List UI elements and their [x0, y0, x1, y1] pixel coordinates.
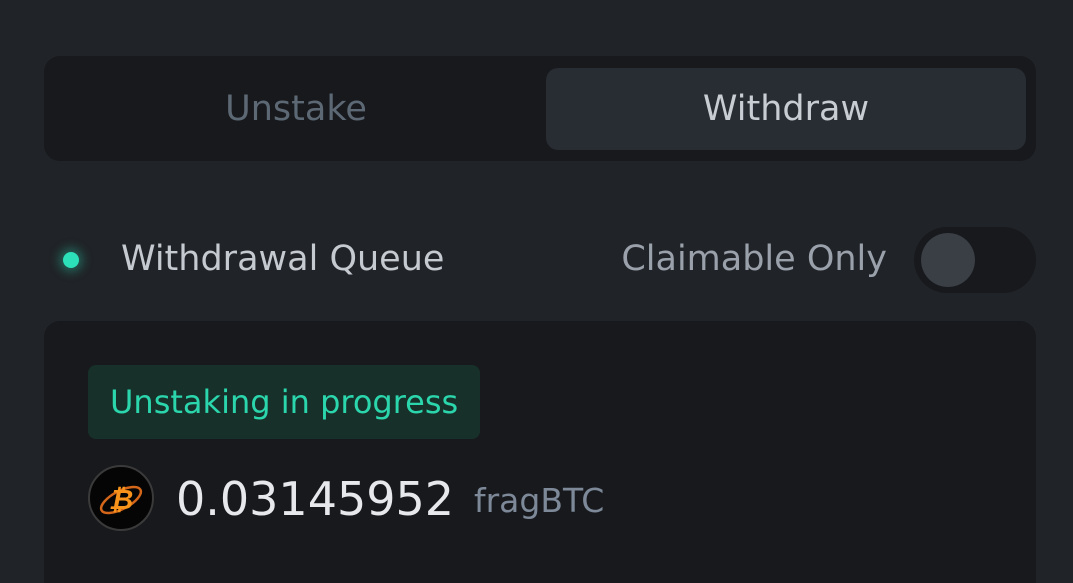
- status-badge: Unstaking in progress: [88, 365, 481, 439]
- token-symbol: fragBTC: [474, 480, 605, 520]
- tab-withdraw[interactable]: Withdraw: [546, 68, 1026, 150]
- withdrawal-amount: 0.03145952: [176, 472, 455, 526]
- bitcoin-icon: ₿: [88, 465, 154, 531]
- tab-withdraw-label: Withdraw: [702, 89, 870, 129]
- claimable-only-toggle[interactable]: [914, 227, 1036, 293]
- tab-bar: Unstake Withdraw: [44, 56, 1036, 161]
- withdrawal-request-card: Unstaking in progress ₿ 0.03145952 fragB…: [44, 321, 1036, 583]
- queue-status-dot: [63, 252, 79, 268]
- status-badge-label: Unstaking in progress: [110, 383, 459, 421]
- toggle-knob: [921, 233, 975, 287]
- tab-unstake[interactable]: Unstake: [56, 68, 536, 150]
- svg-text:₿: ₿: [109, 483, 134, 516]
- withdraw-panel: Unstake Withdraw Withdrawal Queue Claima…: [0, 0, 1073, 583]
- claimable-only-label: Claimable Only: [621, 239, 887, 279]
- tab-unstake-label: Unstake: [225, 89, 367, 129]
- withdrawal-queue-title: Withdrawal Queue: [121, 239, 445, 279]
